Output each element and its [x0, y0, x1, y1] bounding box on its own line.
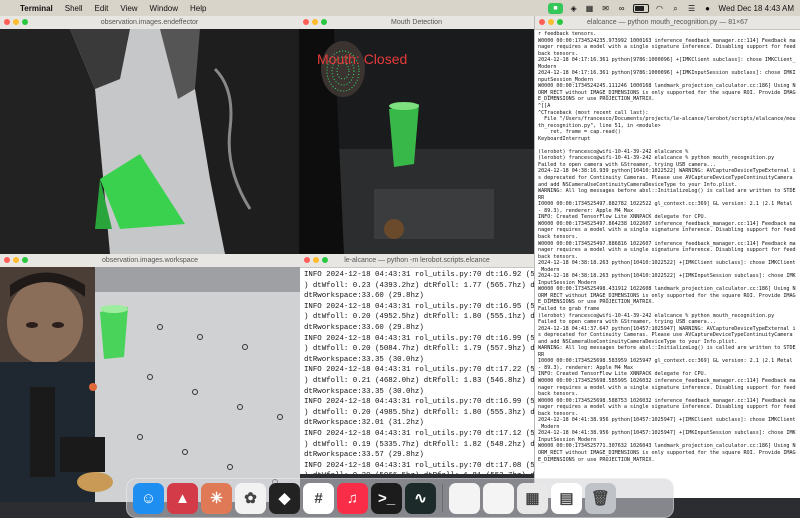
finder-icon[interactable]: ☺: [133, 482, 164, 514]
menu-window[interactable]: Window: [150, 4, 178, 13]
pdf-stack-icon[interactable]: ▤: [551, 482, 582, 514]
title-bar[interactable]: observation.images.workspace: [0, 254, 300, 268]
dock-separator: [442, 484, 443, 512]
workspace-camera-image: [0, 267, 300, 502]
title-bar[interactable]: elalcance — python mouth_recognition.py …: [535, 16, 800, 30]
terminal-line: INFO 2024-12-18 04:43:31 rol_utils.py:70…: [304, 271, 534, 279]
close-button[interactable]: [4, 257, 10, 263]
zoom-button[interactable]: [321, 19, 327, 25]
zoom-button[interactable]: [322, 257, 328, 263]
endeffector-window[interactable]: observation.images.endeffector: [0, 16, 299, 254]
workspace-window[interactable]: observation.images.workspace: [0, 254, 300, 502]
terminal-line: INFO 2024-12-18 04:43:31 rol_utils.py:70…: [304, 302, 534, 311]
endeffector-camera-feed: [0, 29, 299, 254]
close-button[interactable]: [304, 257, 310, 263]
terminal-line: dtRworkspace:33.60 (29.8hz): [304, 292, 424, 301]
terminal-line: dtRworkspace:32.01 (31.2hz): [304, 419, 424, 428]
user-icon[interactable]: ●: [703, 4, 713, 13]
window-title: elalcance — python mouth_recognition.py …: [587, 19, 748, 26]
minimize-button[interactable]: [312, 19, 318, 25]
zoom-button[interactable]: [22, 257, 28, 263]
close-button[interactable]: [539, 19, 545, 25]
music-icon[interactable]: ♫: [337, 482, 368, 514]
gripper-camera-image: [0, 29, 299, 254]
dock: ☺ ▲ ✳ ✿ ◆ # ♫ >_ ∿ ▦ ▤ 🗑: [126, 478, 674, 518]
cube-app-icon[interactable]: ◆: [269, 482, 300, 514]
lerobot-terminal-window[interactable]: le-alcance — python -m lerobot.scripts.e…: [300, 254, 534, 474]
grid-icon[interactable]: ▦: [585, 4, 595, 13]
terminal-line: INFO 2024-12-18 04:43:31 rol_utils.py:70…: [304, 429, 534, 438]
claude-icon[interactable]: ✳: [201, 482, 232, 514]
terminal-line: dtRworkspace:33.35 (30.0hz): [304, 387, 424, 396]
workspace-camera-feed: [0, 267, 300, 502]
terminal-output[interactable]: r feedback tensors. W0000 00:00:17345242…: [535, 29, 800, 498]
mail-icon[interactable]: ✉: [601, 4, 611, 13]
zoom-button[interactable]: [22, 19, 28, 25]
terminal-line: dtRworkspace:33.57 (29.8hz): [304, 451, 424, 460]
screenshot-thumbnail-icon[interactable]: ▦: [517, 482, 548, 514]
window-title: observation.images.endeffector: [100, 19, 199, 26]
document-icon[interactable]: [449, 482, 480, 514]
terminal-line: ) dtWfoll: 0.20 (5084.7hz) dtRfoll: 1.79…: [304, 345, 534, 354]
clock[interactable]: Wed Dec 18 4:43 AM: [719, 4, 794, 13]
terminal-line: ) dtWfoll: 0.19 (5335.7hz) dtRfoll: 1.82…: [304, 440, 534, 449]
minimize-button[interactable]: [548, 19, 554, 25]
status-area: ■ ◈ ▦ ✉ ∞ ◠ ⌕ ☰ ● Wed Dec 18 4:43 AM: [548, 0, 794, 16]
title-bar[interactable]: Mouth Detection: [299, 16, 534, 30]
face-camera-image: Mouth: Closed: [299, 29, 534, 254]
window-title: observation.images.workspace: [101, 257, 199, 264]
control-center-icon[interactable]: ☰: [687, 4, 697, 13]
window-title: Mouth Detection: [391, 19, 442, 26]
terminal-line: dtRworkspace:33.35 (30.0hz): [304, 355, 424, 364]
terminal-output[interactable]: INFO 2024-12-18 04:43:31 rol_utils.py:70…: [300, 267, 534, 474]
terminal-line: ) dtWfoll: 0.20 (4952.5hz) dtRfoll: 1.80…: [304, 313, 534, 322]
menu-view[interactable]: View: [120, 4, 137, 13]
terminal-line: INFO 2024-12-18 04:43:31 rol_utils.py:70…: [304, 366, 534, 375]
screen-recording-icon[interactable]: ■: [548, 2, 563, 14]
slack-icon[interactable]: #: [303, 482, 334, 514]
menu-bar: Terminal Shell Edit View Window Help ■ ◈…: [0, 0, 800, 16]
terminal-icon[interactable]: >_: [371, 482, 402, 514]
mouth-detection-window[interactable]: Mouth Detection Mouth: Closed: [299, 16, 534, 254]
terminal-line: INFO 2024-12-18 04:43:31 rol_utils.py:70…: [304, 334, 534, 343]
close-button[interactable]: [303, 19, 309, 25]
menu-edit[interactable]: Edit: [95, 4, 109, 13]
terminal-line: ) dtWfoll: 0.20 (4985.5hz) dtRfoll: 1.80…: [304, 408, 534, 417]
wifi-icon[interactable]: ◠: [655, 4, 665, 13]
terminal-line: ) dtWfoll: 0.20 (5066.5hz) dtRfoll: 1.81…: [304, 471, 534, 474]
terminal-line: ) dtWfoll: 0.23 (4393.2hz) dtRfoll: 1.77…: [304, 281, 534, 290]
window-title: le-alcance — python -m lerobot.scripts.e…: [344, 257, 490, 264]
zoom-button[interactable]: [557, 19, 563, 25]
chatgpt-icon[interactable]: ✿: [235, 482, 266, 514]
affinity-icon[interactable]: ▲: [167, 482, 198, 514]
link-icon[interactable]: ∞: [617, 4, 627, 13]
activity-monitor-icon[interactable]: ∿: [405, 482, 436, 514]
title-bar[interactable]: observation.images.endeffector: [0, 16, 299, 30]
search-icon[interactable]: ⌕: [671, 4, 681, 13]
terminal-line: INFO 2024-12-18 04:43:31 rol_utils.py:70…: [304, 461, 534, 470]
minimize-button[interactable]: [13, 257, 19, 263]
terminal-line: dtRworkspace:33.60 (29.8hz): [304, 323, 424, 332]
battery-icon[interactable]: [632, 3, 649, 13]
title-bar[interactable]: le-alcance — python -m lerobot.scripts.e…: [300, 254, 534, 268]
shield-icon[interactable]: ◈: [569, 4, 579, 13]
minimize-button[interactable]: [13, 19, 19, 25]
menu-terminal[interactable]: Terminal: [20, 4, 53, 13]
terminal-line: ) dtWfoll: 0.21 (4682.0hz) dtRfoll: 1.83…: [304, 376, 534, 385]
close-button[interactable]: [4, 19, 10, 25]
document-icon[interactable]: [483, 482, 514, 514]
mouth-recognition-terminal-window[interactable]: elalcance — python mouth_recognition.py …: [534, 16, 800, 498]
menu-shell[interactable]: Shell: [65, 4, 83, 13]
trash-icon[interactable]: 🗑: [585, 482, 616, 514]
minimize-button[interactable]: [313, 257, 319, 263]
terminal-line: INFO 2024-12-18 04:43:31 rol_utils.py:70…: [304, 398, 534, 407]
mouth-camera-feed: Mouth: Closed: [299, 29, 534, 254]
mouth-status-overlay: Mouth: Closed: [317, 51, 407, 67]
menu-help[interactable]: Help: [190, 4, 206, 13]
